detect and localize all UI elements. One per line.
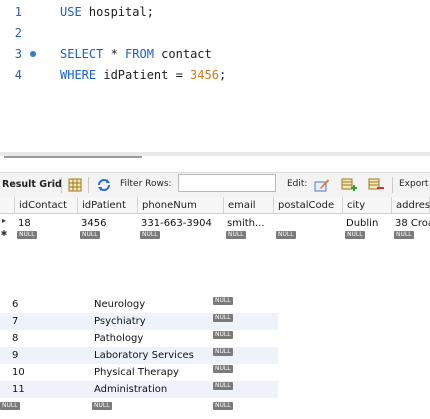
table-row[interactable]: 7 Psychiatry NULL [0, 313, 278, 330]
splitter-grip[interactable] [4, 156, 142, 158]
null-badge: NULL [213, 331, 233, 339]
table-row[interactable]: 11 Administration NULL [0, 381, 278, 398]
line-number: 3 [14, 47, 22, 61]
new-row-null-idcontact[interactable]: NULL [14, 229, 37, 242]
null-badge: NULL [213, 402, 233, 410]
null-badge: NULL [0, 402, 20, 410]
sql-editor[interactable]: 1 USE hospital; 2 3 SELECT * FROM contac… [0, 0, 430, 152]
edit-cell-icon[interactable] [314, 177, 330, 193]
add-row-icon[interactable] [341, 177, 357, 193]
department-grid: 6 Neurology NULL 7 Psychiatry NULL 8 Pat… [0, 292, 430, 419]
breakpoint-dot-icon[interactable] [30, 51, 36, 57]
toolbar-separator [392, 177, 393, 193]
code-line-1[interactable]: 1 USE hospital; [0, 2, 430, 22]
code-text: SELECT * FROM contact [60, 47, 212, 61]
grid-view-icon[interactable] [67, 177, 83, 193]
column-header-idpatient[interactable]: idPatient [78, 197, 138, 214]
table-row[interactable]: 6 Neurology NULL [0, 296, 278, 313]
table-row[interactable]: 8 Pathology NULL [0, 330, 278, 347]
toolbar-separator [61, 177, 62, 193]
code-line-3[interactable]: 3 SELECT * FROM contact [0, 44, 430, 64]
line-number: 1 [14, 5, 22, 19]
toolbar-separator [88, 177, 89, 193]
null-badge: NULL [92, 402, 112, 410]
edit-label: Edit: [287, 179, 308, 189]
column-header-city[interactable]: city [343, 197, 392, 214]
table-row[interactable]: 10 Physical Therapy NULL [0, 364, 278, 381]
row-header-corner [0, 197, 15, 214]
filter-rows-label: Filter Rows: [120, 179, 172, 189]
export-button[interactable]: Export [399, 179, 428, 189]
result-grid-label[interactable]: Result Grid [2, 179, 62, 190]
current-row-marker: ▸ [1, 216, 6, 225]
null-badge: NULL [213, 348, 233, 356]
code-line-4[interactable]: 4 WHERE idPatient = 3456; [0, 65, 430, 85]
refresh-icon[interactable] [96, 177, 112, 193]
new-row[interactable]: NULL NULL NULL [0, 398, 278, 415]
line-number: 2 [14, 26, 22, 40]
new-row-null-email[interactable]: NULL [223, 229, 246, 242]
column-header-phonenum[interactable]: phoneNum [138, 197, 224, 214]
code-text: WHERE idPatient = 3456; [60, 68, 227, 82]
column-header-postalcode[interactable]: postalCode [274, 197, 343, 214]
delete-row-icon[interactable] [368, 177, 384, 193]
new-row-null-postalcode[interactable]: NULL [273, 229, 296, 242]
null-badge: NULL [213, 382, 233, 390]
filter-rows-input[interactable] [178, 174, 276, 192]
code-text: USE hospital; [60, 5, 154, 19]
column-header-idcontact[interactable]: idContact [15, 197, 78, 214]
column-header-email[interactable]: email [224, 197, 274, 214]
result-grid: idContact idPatient phoneNum email posta… [0, 197, 430, 242]
null-badge: NULL [213, 297, 233, 305]
line-number: 4 [14, 68, 22, 82]
null-badge: NULL [213, 365, 233, 373]
new-row-null-idpatient[interactable]: NULL [77, 229, 100, 242]
new-row-null-phonenum[interactable]: NULL [137, 229, 160, 242]
table-row[interactable]: 9 Laboratory Services NULL [0, 347, 278, 364]
null-badge: NULL [213, 314, 233, 322]
column-header-address[interactable]: address [392, 197, 430, 214]
code-line-2[interactable]: 2 [0, 23, 430, 43]
new-row-null-city[interactable]: NULL [342, 229, 365, 242]
new-row-marker: ✱ [0, 229, 8, 238]
new-row-null-address[interactable]: NULL [391, 229, 414, 242]
